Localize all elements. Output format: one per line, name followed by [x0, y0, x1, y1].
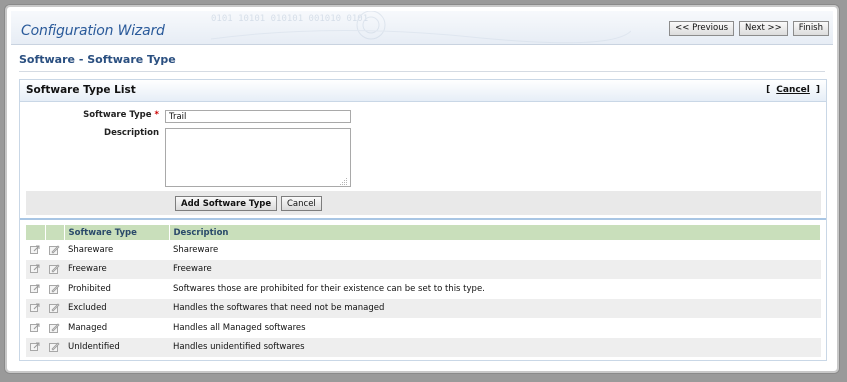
panel-title: Software Type List: [26, 84, 136, 96]
bracket-close: ]: [815, 85, 820, 95]
description-cell: Handles the softwares that need not be m…: [169, 298, 821, 318]
table-row[interactable]: Excluded Handles the softwares that need …: [26, 298, 821, 318]
column-header-description[interactable]: Description: [169, 225, 821, 240]
move-cell: [26, 279, 45, 299]
description-cell: Handles all Managed softwares: [173, 322, 306, 333]
next-button[interactable]: Next >>: [739, 21, 788, 36]
edit-icon[interactable]: [49, 342, 60, 353]
form-cancel-button[interactable]: Cancel: [281, 196, 322, 211]
column-header-software-type[interactable]: Software Type: [64, 225, 170, 240]
panel-cancel-wrapper: [ Cancel]: [766, 85, 820, 95]
software-type-cell: Shareware: [68, 244, 114, 255]
table-body: Shareware Shareware Freeware Freeware Prohib…: [26, 240, 821, 357]
software-type-table: Software Type Description Shareware Share…: [26, 225, 821, 357]
software-type-cell: Excluded: [64, 298, 169, 318]
move-cell: [26, 318, 45, 338]
wizard-nav-buttons: << Previous Next >> Finish: [669, 21, 829, 36]
move-icon[interactable]: [30, 303, 41, 314]
move-icon[interactable]: [30, 284, 41, 294]
table-header-row: Software Type Description: [26, 225, 821, 240]
edit-icon[interactable]: [49, 322, 60, 333]
software-type-row: Software Type *: [20, 110, 351, 123]
software-type-label: Software Type *: [83, 110, 159, 120]
move-icon[interactable]: [30, 264, 41, 275]
description-wrapper: [165, 128, 351, 190]
table-row[interactable]: UnIdentified Handles unidentified softwar…: [26, 337, 821, 357]
table-row[interactable]: Shareware Shareware: [26, 240, 821, 260]
edit-icon[interactable]: [49, 303, 60, 314]
edit-cell: [45, 240, 64, 260]
panel-cancel-link[interactable]: Cancel: [776, 85, 810, 95]
move-cell: [26, 240, 45, 260]
binary-watermark-decoration: 0101 10101 010101 001010 0101: [211, 11, 631, 44]
software-type-cell: Freeware: [64, 259, 169, 279]
previous-button[interactable]: << Previous: [669, 21, 735, 36]
description-cell: Softwares those are prohibited for their…: [173, 283, 485, 294]
move-cell: [26, 337, 45, 357]
wizard-banner: 0101 10101 010101 001010 0101 Configurat…: [11, 11, 833, 45]
description-row: Description: [20, 128, 351, 190]
edit-cell: [45, 298, 64, 318]
edit-cell: [45, 318, 64, 338]
move-cell: [26, 298, 45, 318]
description-cell: Handles unidentified softwares: [169, 337, 821, 357]
page-title: Software - Software Type: [19, 53, 176, 66]
move-cell: [26, 259, 45, 279]
edit-cell: [45, 279, 64, 299]
list-divider: [20, 218, 826, 220]
finish-button[interactable]: Finish: [792, 21, 829, 36]
required-marker: *: [154, 110, 159, 120]
wizard-window: 0101 10101 010101 001010 0101 Configurat…: [4, 4, 840, 374]
description-cell: Freeware: [169, 259, 821, 279]
svg-text:0101 10101 010101 001010 0101: 0101 10101 010101 001010 0101: [211, 14, 368, 24]
table-row[interactable]: Prohibited Softwares those are prohibited…: [26, 279, 821, 299]
description-label: Description: [104, 128, 159, 138]
edit-icon[interactable]: [49, 283, 60, 294]
software-type-input[interactable]: [165, 110, 351, 123]
table-row[interactable]: Freeware Freeware: [26, 259, 821, 279]
edit-cell: [45, 259, 64, 279]
move-icon[interactable]: [30, 342, 41, 353]
software-type-panel: Software Type List [ Cancel] Software Typ…: [19, 79, 827, 361]
edit-icon[interactable]: [49, 244, 60, 255]
move-icon[interactable]: [30, 323, 41, 333]
column-header-move: [26, 225, 46, 240]
section-divider: [19, 71, 825, 72]
software-type-cell: UnIdentified: [64, 337, 169, 357]
software-type-cell: Prohibited: [68, 283, 111, 294]
edit-icon[interactable]: [49, 264, 60, 275]
resize-grip-icon[interactable]: [339, 177, 348, 186]
form-action-bar: Add Software Type Cancel: [26, 191, 821, 215]
description-cell: Shareware: [173, 244, 219, 255]
software-type-cell: Managed: [68, 322, 108, 333]
panel-header: Software Type List [ Cancel]: [20, 80, 826, 102]
edit-cell: [45, 337, 64, 357]
wizard-title: Configuration Wizard: [21, 23, 165, 39]
description-textarea[interactable]: [165, 128, 351, 187]
move-icon[interactable]: [30, 245, 41, 255]
add-software-type-button[interactable]: Add Software Type: [175, 196, 278, 211]
bracket-open: [: [766, 85, 771, 95]
column-header-edit: [45, 225, 65, 240]
table-row[interactable]: Managed Handles all Managed softwares: [26, 318, 821, 338]
